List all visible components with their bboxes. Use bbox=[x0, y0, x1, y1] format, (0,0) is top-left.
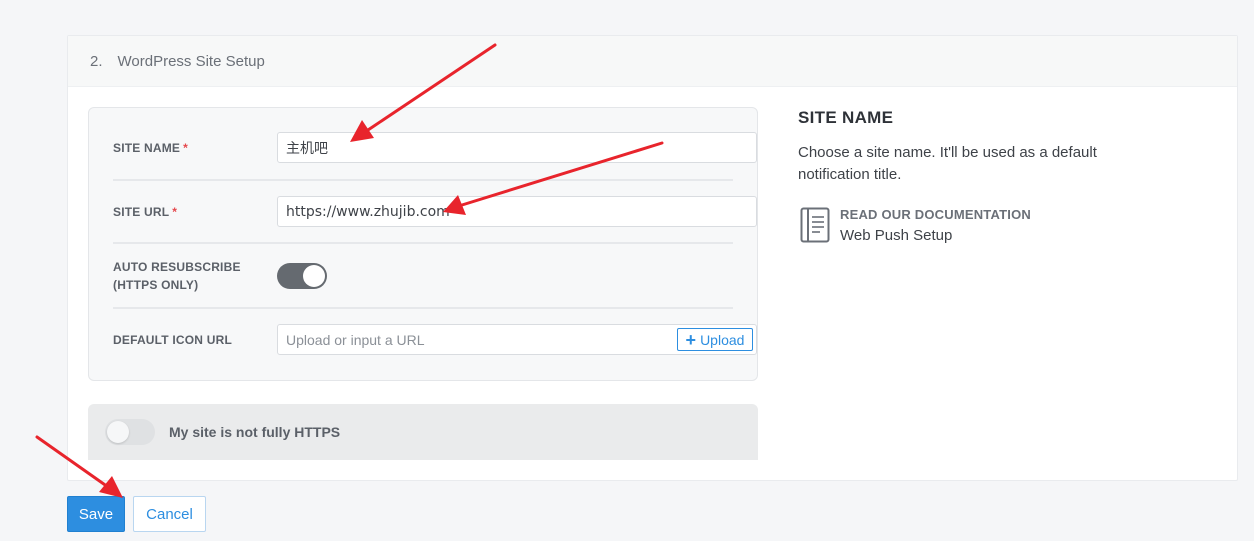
section-header: 2. WordPress Site Setup bbox=[68, 36, 1237, 87]
https-option: My site is not fully HTTPS bbox=[88, 404, 758, 460]
default-icon-label: DEFAULT ICON URL bbox=[113, 332, 232, 347]
section-number: 2. bbox=[90, 52, 103, 70]
section-title: WordPress Site Setup bbox=[117, 52, 265, 70]
divider bbox=[113, 179, 733, 181]
doc-kicker: READ OUR DOCUMENTATION bbox=[840, 207, 1031, 222]
toggle-knob bbox=[107, 421, 129, 443]
cancel-button[interactable]: Cancel bbox=[133, 496, 206, 532]
default-icon-input[interactable]: Upload or input a URL + Upload bbox=[277, 324, 757, 355]
web-push-setup-link[interactable]: Web Push Setup bbox=[840, 227, 952, 244]
upload-button[interactable]: + Upload bbox=[677, 328, 753, 351]
divider bbox=[113, 307, 733, 309]
auto-resubscribe-toggle[interactable] bbox=[277, 263, 327, 289]
auto-resubscribe-row: AUTO RESUBSCRIBE (HTTPS ONLY) bbox=[113, 258, 733, 294]
not-fully-https-label: My site is not fully HTTPS bbox=[169, 424, 341, 440]
help-title: SITE NAME bbox=[798, 108, 894, 127]
site-name-label: SITE NAME * bbox=[113, 140, 189, 155]
site-url-input[interactable]: https://www.zhujib.com bbox=[277, 196, 757, 227]
default-icon-row: DEFAULT ICON URL Upload or input a URL +… bbox=[113, 324, 757, 355]
required-mark: * bbox=[172, 204, 178, 219]
site-setup-card: 2. WordPress Site Setup SITE NAME * 主机吧 S… bbox=[67, 35, 1238, 481]
toggle-knob bbox=[303, 265, 325, 287]
document-icon bbox=[800, 207, 830, 243]
required-mark: * bbox=[183, 140, 189, 155]
not-fully-https-toggle[interactable] bbox=[105, 419, 155, 445]
help-description: Choose a site name. It'll be used as a d… bbox=[798, 144, 1097, 183]
site-name-input[interactable]: 主机吧 bbox=[277, 132, 757, 163]
divider bbox=[113, 242, 733, 244]
site-url-label: SITE URL * bbox=[113, 204, 178, 219]
plus-icon: + bbox=[685, 329, 697, 350]
site-url-row: SITE URL * https://www.zhujib.com bbox=[113, 196, 757, 227]
auto-resubscribe-label: AUTO RESUBSCRIBE (HTTPS ONLY) bbox=[113, 260, 241, 292]
save-button[interactable]: Save bbox=[67, 496, 125, 532]
site-form: SITE NAME * 主机吧 SITE URL * https://www.zhu… bbox=[88, 107, 758, 381]
site-name-row: SITE NAME * 主机吧 bbox=[113, 132, 757, 163]
